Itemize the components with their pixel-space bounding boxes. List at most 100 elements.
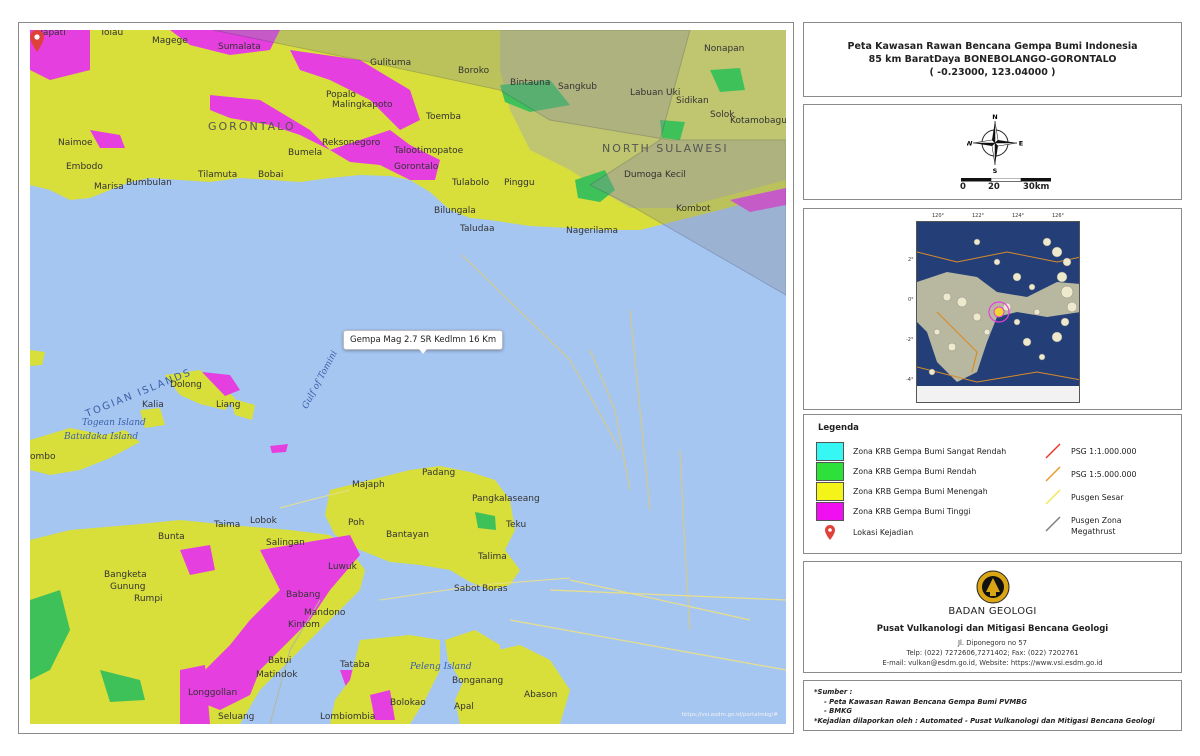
inset-lon-tick: 120° [932,213,945,219]
earthquake-hazard-map[interactable]: GORONTALO NORTH SULAWESI TOGIAN ISLANDS … [30,30,786,724]
place-label: Malingkapoto [332,100,393,110]
legend-title: Legenda [818,423,859,433]
place-label: Bobai [258,170,284,180]
source-item: - Peta Kawasan Rawan Bencana Gempa Bumi … [824,697,1027,706]
place-label: Talima [478,552,507,562]
place-label: Sabot [454,584,480,594]
place-label: Tulabolo [452,178,490,188]
source-item: - BMKG [824,707,852,715]
seismicity-inset-map[interactable] [916,221,1080,403]
legend-item-zone-low: Zona KRB Gempa Bumi Rendah [816,462,976,481]
place-label: Tataba [340,660,370,670]
legend-label: Zona KRB Gempa Bumi Rendah [853,467,977,476]
place-label: Lobok [250,516,277,526]
place-label: Boras [482,584,508,594]
scale-label-0: 0 [960,182,966,192]
place-label: Kotamobagu [730,116,786,126]
place-label: Bilungala [434,206,476,216]
place-label: Sumalata [218,42,261,52]
place-label: Tolau [100,30,124,38]
legend-item-psg-1m: PSG 1:1.000.000 [1044,442,1136,460]
inset-lon-tick: 126° [1052,213,1065,219]
inset-lon-tick: 124° [1012,213,1025,219]
place-label: Nonapan [704,44,745,54]
inset-lat-tick: 0° [908,297,914,303]
place-label: Lombiombia [320,712,376,722]
legend-item-zone-medium: Zona KRB Gempa Bumi Menengah [816,482,988,501]
place-label: ombo [30,452,56,462]
inset-lon-tick: 122° [972,213,985,219]
place-label: Naimoe [58,138,93,148]
legend-label: Pusgen Sesar [1071,492,1124,502]
map-subtitle: 85 km BaratDaya BONEBOLANGO-GORONTALO [868,54,1117,65]
source-panel: *Sumber : - Peta Kawasan Rawan Bencana G… [803,680,1182,731]
place-label: Poh [348,518,365,528]
earthquake-popup[interactable]: Gempa Mag 2.7 SR Kedlmn 16 Km [343,330,504,354]
legend-label: Lokasi Kejadian [853,528,914,537]
legend-swatch [816,462,844,481]
compass-s: S [993,167,998,173]
badan-geologi-logo-icon [976,570,1009,604]
agency-address: Jl. Diponegoro no 57 [957,639,1027,647]
place-label: Dumoga Kecil [624,170,686,180]
place-label: Popalo [326,90,356,100]
place-label: Bangketa [104,570,147,580]
legend-label: PSG 1:5.000.000 [1071,469,1137,479]
map-coordinates: ( -0.23000, 123.04000 ) [929,67,1056,78]
epicenter-marker-icon[interactable] [30,30,44,52]
map-title: Peta Kawasan Rawan Bencana Gempa Bumi In… [847,41,1138,52]
place-label: Embodo [66,162,103,172]
compass-rose-icon: N S W E [967,113,1023,173]
agency-name: BADAN GEOLOGI [948,606,1037,617]
place-label: Tilamuta [198,170,238,180]
legend-item-psg-5m: PSG 1:5.000.000 [1044,465,1136,483]
place-label: Bunta [158,532,185,542]
place-label: Luwuk [328,562,357,572]
agency-contact[interactable]: E-mail: vulkan@esdm.go.id, Website: http… [804,658,1181,668]
place-label: Gunung [110,582,146,592]
legend-item-zone-very-low: Zona KRB Gempa Bumi Sangat Rendah [816,442,1006,461]
batudaka-island-label: Batudaka Island [64,432,139,442]
place-label: Majaph [352,480,385,490]
region-label-north-sulawesi: NORTH SULAWESI [602,142,729,155]
line-symbol-icon [1045,516,1061,532]
line-symbol-icon [1045,466,1061,482]
map-attribution[interactable]: https://vsi.esdm.go.id/portalmbg/# [682,712,778,718]
legend-label: PSG 1:1.000.000 [1071,446,1137,456]
place-label: Bonganang [452,676,504,686]
place-label: Liang [216,400,241,410]
agency-panel: BADAN GEOLOGI Pusat Vulkanologi dan Miti… [803,561,1182,673]
legend-label: Zona KRB Gempa Bumi Menengah [853,487,988,496]
place-label: Boroko [458,66,490,76]
legend-label: Zona KRB Gempa Bumi Tinggi [853,507,971,516]
agency-org: Pusat Vulkanologi dan Mitigasi Bencana G… [876,624,1109,634]
place-label: Gorontalo [394,162,439,172]
source-footnote: *Kejadian dilaporkan oleh : Automated - … [814,716,1155,725]
place-label: Kombot [676,204,711,214]
place-label: Pinggu [504,178,535,188]
line-symbol-icon [1045,443,1061,459]
place-label: Babang [286,590,321,600]
place-label: Bantayan [386,530,429,540]
compass-n: N [992,113,997,121]
inset-lat-tick: -4° [906,377,914,383]
map-canvas [30,30,786,724]
place-label: Dolong [170,380,202,390]
legend-item-pusgen-sesar: Pusgen Sesar [1044,488,1124,506]
place-label: Salingan [266,538,305,548]
place-label: Padang [422,468,456,478]
place-label: Labuan Uki [630,88,681,98]
place-label: Kalia [142,400,164,410]
title-panel: Peta Kawasan Rawan Bencana Gempa Bumi In… [803,22,1182,97]
compass-e: E [1019,140,1023,148]
inset-lat-tick: -2° [906,337,914,343]
place-label: Batui [268,656,292,666]
compass-panel: N S W E 0 20 30km [803,104,1182,200]
place-label: Sidikan [676,96,709,106]
place-label: Apal [454,702,474,712]
scale-label-20: 20 [988,182,1000,192]
line-symbol-icon [1045,489,1061,505]
place-label: Bumbulan [126,178,172,188]
place-label: Gulituma [370,58,412,68]
place-label: Abason [524,690,558,700]
